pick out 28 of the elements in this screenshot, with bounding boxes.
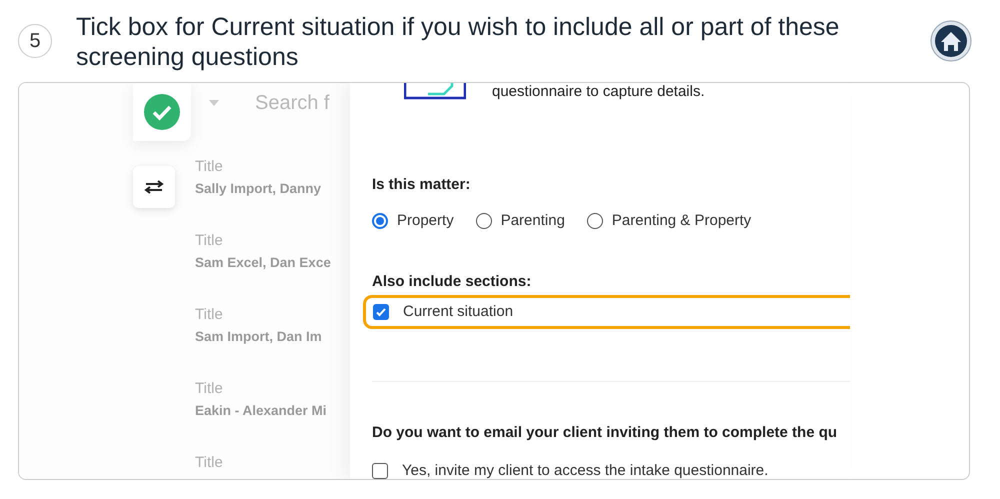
step-instruction: Tick box for Current situation if you wish to include all or part of these screening questions — [76, 12, 840, 72]
checkbox[interactable] — [372, 462, 388, 478]
item-label: Title — [195, 231, 224, 250]
matter-heading: Is this matter: — [372, 174, 472, 194]
radio-button[interactable] — [476, 213, 492, 230]
form-icon — [404, 83, 466, 100]
checkbox-label[interactable]: Current situation — [403, 300, 514, 323]
tick-icon — [375, 306, 387, 318]
radio-label[interactable]: Property — [397, 210, 454, 232]
sections-heading: Also include sections: — [372, 272, 532, 292]
search-field[interactable]: Search f — [255, 88, 341, 118]
step-number: 5 — [18, 24, 52, 58]
intro-text: questionnaire to capture details. — [492, 83, 705, 102]
checkbox-label[interactable]: Yes, invite my client to access the intake questionnaire. — [402, 462, 768, 479]
email-question: Do you want to email your client inviting them to complete the qu — [372, 422, 838, 442]
item-label: Title — [195, 453, 224, 472]
radio-label[interactable]: Parenting & Property — [612, 210, 752, 232]
checkbox[interactable] — [373, 304, 389, 320]
radio-button[interactable] — [586, 213, 603, 230]
item-label: Title — [195, 305, 224, 324]
item-label: Title — [195, 379, 224, 398]
swap-button[interactable] — [133, 166, 175, 208]
radio-label[interactable]: Parenting — [500, 210, 565, 232]
radio-button[interactable] — [372, 213, 388, 230]
item-label: Title — [195, 157, 224, 176]
home-icon[interactable] — [930, 20, 972, 62]
swap-icon — [143, 180, 165, 194]
check-icon — [143, 93, 181, 131]
